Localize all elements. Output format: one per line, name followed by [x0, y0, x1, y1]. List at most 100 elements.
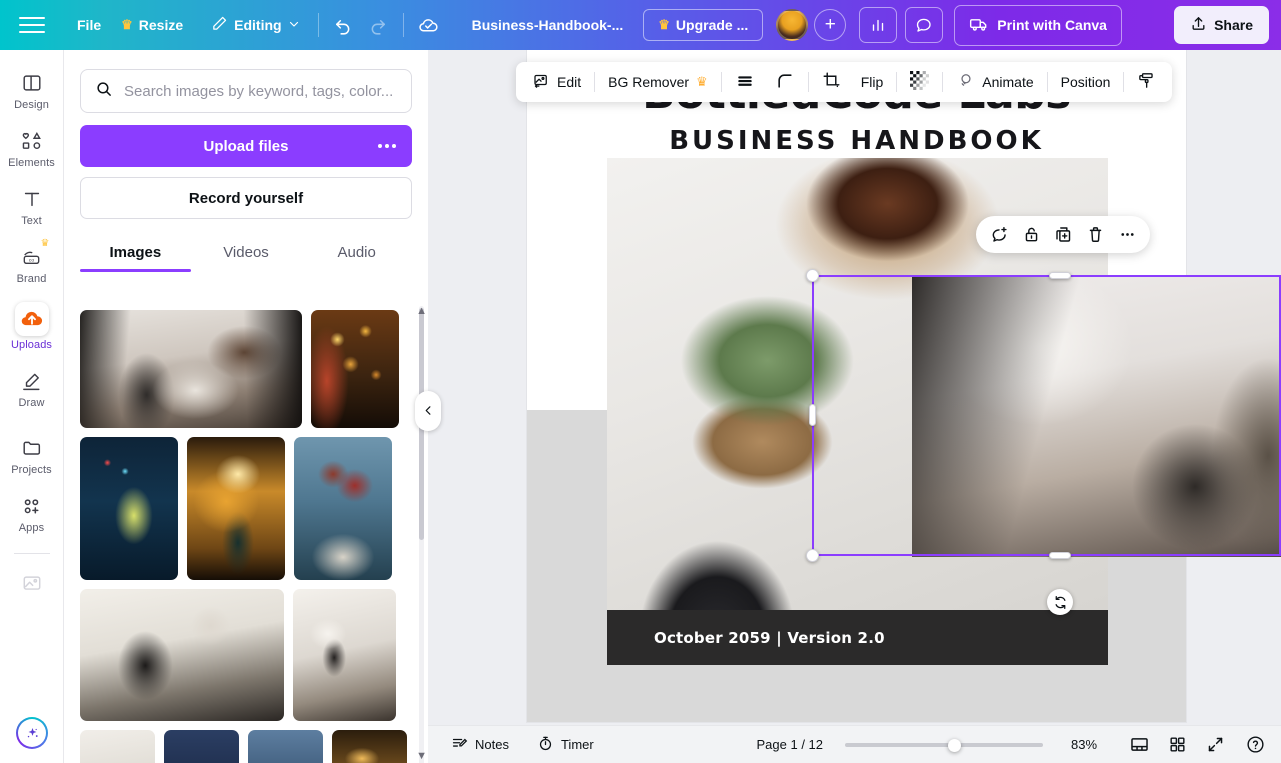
hamburger-icon[interactable]: [19, 15, 45, 35]
page-view-icon[interactable]: [1123, 730, 1155, 760]
insights-button[interactable]: [859, 7, 898, 43]
divider: [1123, 72, 1125, 92]
cloud-check-icon[interactable]: [412, 8, 446, 42]
tab-audio[interactable]: Audio: [301, 236, 412, 272]
more-dots-icon[interactable]: [378, 144, 396, 148]
undo-icon[interactable]: [327, 8, 361, 42]
print-with-canva-button[interactable]: Print with Canva: [954, 4, 1122, 46]
selection-handle-bottom-left[interactable]: [806, 549, 819, 562]
list-item[interactable]: [294, 437, 392, 580]
sidebar-item-brand[interactable]: ♛ co Brand: [2, 238, 62, 289]
crop-button[interactable]: [812, 64, 851, 100]
resize-button[interactable]: ♛ Resize: [111, 10, 193, 40]
zoom-level-label[interactable]: 83%: [1063, 737, 1105, 752]
position-label: Position: [1060, 74, 1111, 90]
tab-videos[interactable]: Videos: [191, 236, 302, 272]
tab-images[interactable]: Images: [80, 236, 191, 272]
tab-label: Audio: [337, 244, 376, 261]
avatar[interactable]: [776, 9, 809, 41]
selected-image-element[interactable]: [912, 276, 1281, 557]
scroll-down-icon[interactable]: ▼: [416, 750, 427, 762]
sidebar-item-projects[interactable]: Projects: [2, 429, 62, 480]
sidebar-item-draw[interactable]: Draw: [2, 362, 62, 413]
timer-button[interactable]: Timer: [528, 729, 603, 761]
sidebar-item-apps[interactable]: Apps: [2, 487, 62, 538]
zoom-slider[interactable]: [845, 738, 1043, 752]
footer-caption[interactable]: October 2059 | Version 2.0: [654, 629, 885, 647]
more-dots-icon[interactable]: [1112, 220, 1142, 250]
upload-cloud-icon: [14, 302, 49, 336]
edit-image-button[interactable]: Edit: [522, 65, 591, 100]
bg-remover-button[interactable]: BG Remover ♛: [598, 67, 718, 97]
media-placeholder-button[interactable]: [2, 564, 62, 600]
record-yourself-button[interactable]: Record yourself: [80, 177, 412, 219]
selection-handle-bottom-middle[interactable]: [1049, 552, 1071, 559]
sidebar-item-design[interactable]: Design: [2, 64, 62, 115]
shapes-icon: [19, 128, 45, 154]
help-question-icon[interactable]: [1239, 730, 1271, 760]
search-input[interactable]: [124, 82, 397, 100]
list-item[interactable]: [332, 730, 407, 763]
list-item[interactable]: [80, 730, 155, 763]
rotate-icon[interactable]: [1047, 589, 1073, 615]
list-item[interactable]: [164, 730, 239, 763]
edit-image-icon: [532, 72, 550, 93]
upgrade-button[interactable]: ♛ Upgrade ...: [643, 9, 764, 41]
crop-icon: [822, 71, 841, 93]
share-button[interactable]: Share: [1174, 6, 1269, 44]
transparency-button[interactable]: [900, 64, 939, 100]
document-title[interactable]: Business-Handbook-...: [460, 10, 636, 40]
notes-icon: [451, 735, 468, 755]
animate-button[interactable]: Animate: [946, 64, 1043, 100]
adjust-filters-button[interactable]: [725, 64, 765, 101]
resize-label: Resize: [138, 17, 184, 33]
search-box[interactable]: [80, 69, 412, 113]
list-item[interactable]: [311, 310, 399, 428]
duplicate-icon[interactable]: [1048, 220, 1078, 250]
divider: [402, 13, 404, 37]
selection-handle-left-middle[interactable]: [809, 404, 816, 426]
sidebar-item-elements[interactable]: Elements: [2, 122, 62, 173]
editing-mode-button[interactable]: Editing: [201, 8, 309, 42]
zoom-slider-knob[interactable]: [948, 738, 961, 752]
list-item[interactable]: [80, 310, 302, 428]
add-collaborator-button[interactable]: +: [814, 9, 847, 41]
tab-label: Images: [109, 244, 162, 261]
editing-label: Editing: [234, 17, 282, 33]
paint-roller-button[interactable]: [1127, 64, 1166, 100]
sidebar-item-label: Brand: [16, 273, 47, 285]
sidebar-item-uploads[interactable]: Uploads: [2, 296, 62, 355]
design-page[interactable]: BottledCode Labs BUSINESS HANDBOOK Octob…: [527, 50, 1281, 722]
list-item[interactable]: [187, 437, 285, 580]
expand-icon[interactable]: [1199, 730, 1231, 760]
crown-icon: ♛: [121, 17, 133, 32]
position-button[interactable]: Position: [1051, 67, 1121, 97]
file-menu-button[interactable]: File: [67, 10, 111, 40]
lock-icon[interactable]: [1016, 220, 1046, 250]
collapse-panel-button[interactable]: [415, 391, 441, 431]
corner-radius-button[interactable]: [765, 64, 805, 101]
flip-button[interactable]: Flip: [851, 67, 894, 97]
list-item[interactable]: [80, 437, 178, 580]
list-item[interactable]: [80, 589, 284, 721]
notes-button[interactable]: Notes: [442, 729, 518, 761]
page-indicator[interactable]: Page 1 / 12: [757, 737, 824, 752]
comments-button[interactable]: [905, 7, 944, 43]
add-comment-icon[interactable]: [984, 220, 1014, 250]
trash-icon[interactable]: [1080, 220, 1110, 250]
upload-files-button[interactable]: Upload files: [80, 125, 412, 167]
sidebar-item-text[interactable]: Text: [2, 180, 62, 231]
list-item[interactable]: [248, 730, 323, 763]
magic-sparkle-icon[interactable]: [16, 717, 48, 749]
grid-view-icon[interactable]: [1161, 730, 1193, 760]
redo-icon[interactable]: [361, 8, 395, 42]
selection-handle-top-left[interactable]: [806, 269, 819, 282]
design-canvas-area[interactable]: BottledCode Labs BUSINESS HANDBOOK Octob…: [428, 50, 1281, 763]
footer-caption-band: October 2059 | Version 2.0: [607, 610, 1108, 665]
list-item[interactable]: [293, 589, 396, 721]
element-context-menu: [976, 216, 1150, 253]
uploads-thumbnail-grid[interactable]: [64, 310, 428, 763]
page-subtitle[interactable]: BUSINESS HANDBOOK: [527, 126, 1186, 156]
scroll-up-icon[interactable]: ▲: [416, 305, 427, 317]
selection-handle-top-middle[interactable]: [1049, 272, 1071, 279]
